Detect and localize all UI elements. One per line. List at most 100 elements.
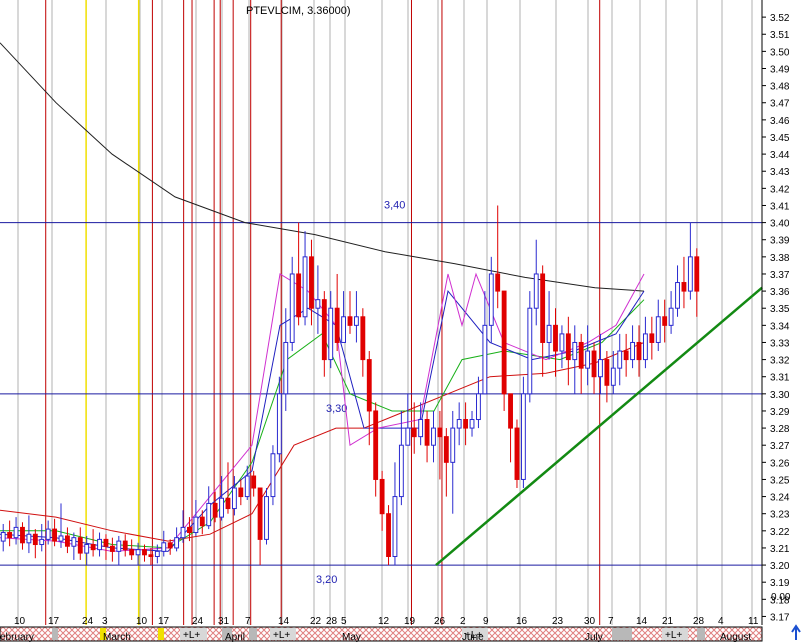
price-tick-20: 3.32 — [770, 356, 790, 367]
price-tick-23: 3.29 — [770, 407, 790, 418]
moving-averages — [0, 42, 645, 552]
price-tick-17: 3.35 — [770, 304, 790, 315]
price-tick-9: 3.43 — [770, 167, 790, 178]
price-tick-0: 3.52 — [770, 13, 790, 24]
candle-96 — [617, 333, 623, 386]
day-label-1: 17 — [48, 616, 60, 627]
price-axis: 3.52 3.51 3.50 3.49 3.48 3.47 3.46 3.45 3.44 3.43… — [761, 0, 791, 625]
strip-block-2 — [249, 628, 257, 640]
candle-10 — [65, 527, 70, 554]
candle-61 — [392, 462, 398, 566]
candle-91 — [585, 325, 591, 386]
candle-87 — [559, 325, 565, 369]
candle-84 — [540, 265, 546, 377]
candle-55 — [353, 291, 359, 343]
candle-78 — [501, 290, 507, 411]
candle-85 — [546, 291, 552, 360]
candle-73 — [469, 410, 475, 437]
vertical-grid — [17, 0, 753, 625]
price-tick-22: 3.30 — [770, 390, 790, 401]
day-label-16: 2 — [460, 616, 466, 627]
candle-98 — [630, 325, 635, 369]
day-label-25: 4 — [718, 616, 724, 627]
candle-75 — [482, 291, 488, 395]
candle-70 — [450, 410, 456, 514]
candle-105 — [675, 265, 680, 317]
candle-63 — [405, 393, 411, 446]
day-label-11: 28 — [326, 616, 338, 627]
candle-9 — [58, 503, 64, 548]
candle-18 — [116, 535, 122, 566]
candle-30 — [193, 500, 199, 536]
price-tick-35: 3.17 — [770, 612, 790, 623]
strip-block-0 — [52, 628, 58, 640]
candle-45 — [289, 256, 295, 352]
horizontal-levels: 3,40 3,30 3,20 — [0, 200, 762, 586]
month-label-5: July — [585, 632, 603, 643]
candle-17 — [109, 537, 115, 562]
day-label-2: 24 — [82, 616, 94, 627]
candle-28 — [180, 510, 186, 543]
candle-22 — [142, 544, 147, 562]
day-label-17: 9 — [483, 616, 489, 627]
day-label-19: 23 — [552, 616, 564, 627]
candle-54 — [347, 291, 353, 334]
day-label-22: 14 — [636, 616, 648, 627]
month-label-2: April — [225, 632, 245, 643]
candle-52 — [334, 273, 340, 352]
month-label-4: June — [462, 632, 484, 643]
price-tick-13: 3.39 — [770, 236, 790, 247]
candle-39 — [251, 470, 257, 497]
candle-32 — [206, 486, 212, 530]
moving-average-1 — [0, 342, 645, 542]
price-tick-24: 3.28 — [770, 424, 790, 435]
candle-35 — [225, 462, 231, 514]
candle-48 — [309, 239, 314, 326]
candle-44 — [283, 308, 289, 411]
day-label-18: 16 — [516, 616, 528, 627]
candle-57 — [366, 351, 372, 446]
candle-27 — [174, 527, 180, 552]
day-label-0: 10 — [14, 616, 26, 627]
price-tick-19: 3.33 — [770, 338, 790, 349]
day-label-7: 31 — [218, 616, 230, 627]
candle-107 — [687, 222, 693, 300]
price-tick-33: 3.19 — [770, 578, 790, 589]
day-label-8: 7 — [245, 616, 251, 627]
day-label-5: 17 — [158, 616, 170, 627]
candle-50 — [321, 291, 327, 377]
candle-0 — [0, 523, 6, 552]
price-tick-12: 3.40 — [770, 219, 790, 230]
strip-block-4 — [697, 628, 705, 640]
candle-58 — [373, 402, 379, 497]
price-tick-10: 3.42 — [770, 184, 790, 195]
candle-67 — [431, 410, 436, 463]
candle-89 — [572, 325, 578, 394]
candle-108 — [694, 248, 700, 317]
day-label-6: 24 — [192, 616, 204, 627]
candle-104 — [668, 291, 674, 334]
day-label-4: 10 — [136, 616, 148, 627]
moving-average-0 — [0, 42, 645, 292]
candle-66 — [424, 410, 430, 463]
day-label-3: 3 — [102, 616, 108, 627]
price-tick-26: 3.26 — [770, 458, 790, 469]
candle-71 — [456, 402, 462, 446]
candle-4 — [26, 515, 32, 554]
strip-block-3 — [612, 628, 632, 640]
up-arrow[interactable] — [791, 624, 801, 640]
price-tick-28: 3.24 — [770, 493, 790, 504]
strip-label-0: +L+ — [183, 630, 200, 641]
candle-90 — [578, 333, 584, 394]
candle-42 — [270, 445, 276, 506]
candle-14 — [90, 529, 96, 557]
day-label-23: 21 — [662, 616, 674, 627]
candle-64 — [411, 402, 417, 454]
price-chart: 3,40 3,30 3,20 3.52 3.51 3.50 3.49 3.48 3.47 3.4… — [0, 0, 801, 643]
volume-axis-label: 0.00 — [771, 592, 791, 603]
level-label-2: 3,20 — [316, 574, 337, 586]
candle-74 — [476, 376, 481, 429]
candle-5 — [32, 529, 38, 559]
candle-12 — [77, 527, 83, 560]
candle-47 — [302, 231, 308, 326]
